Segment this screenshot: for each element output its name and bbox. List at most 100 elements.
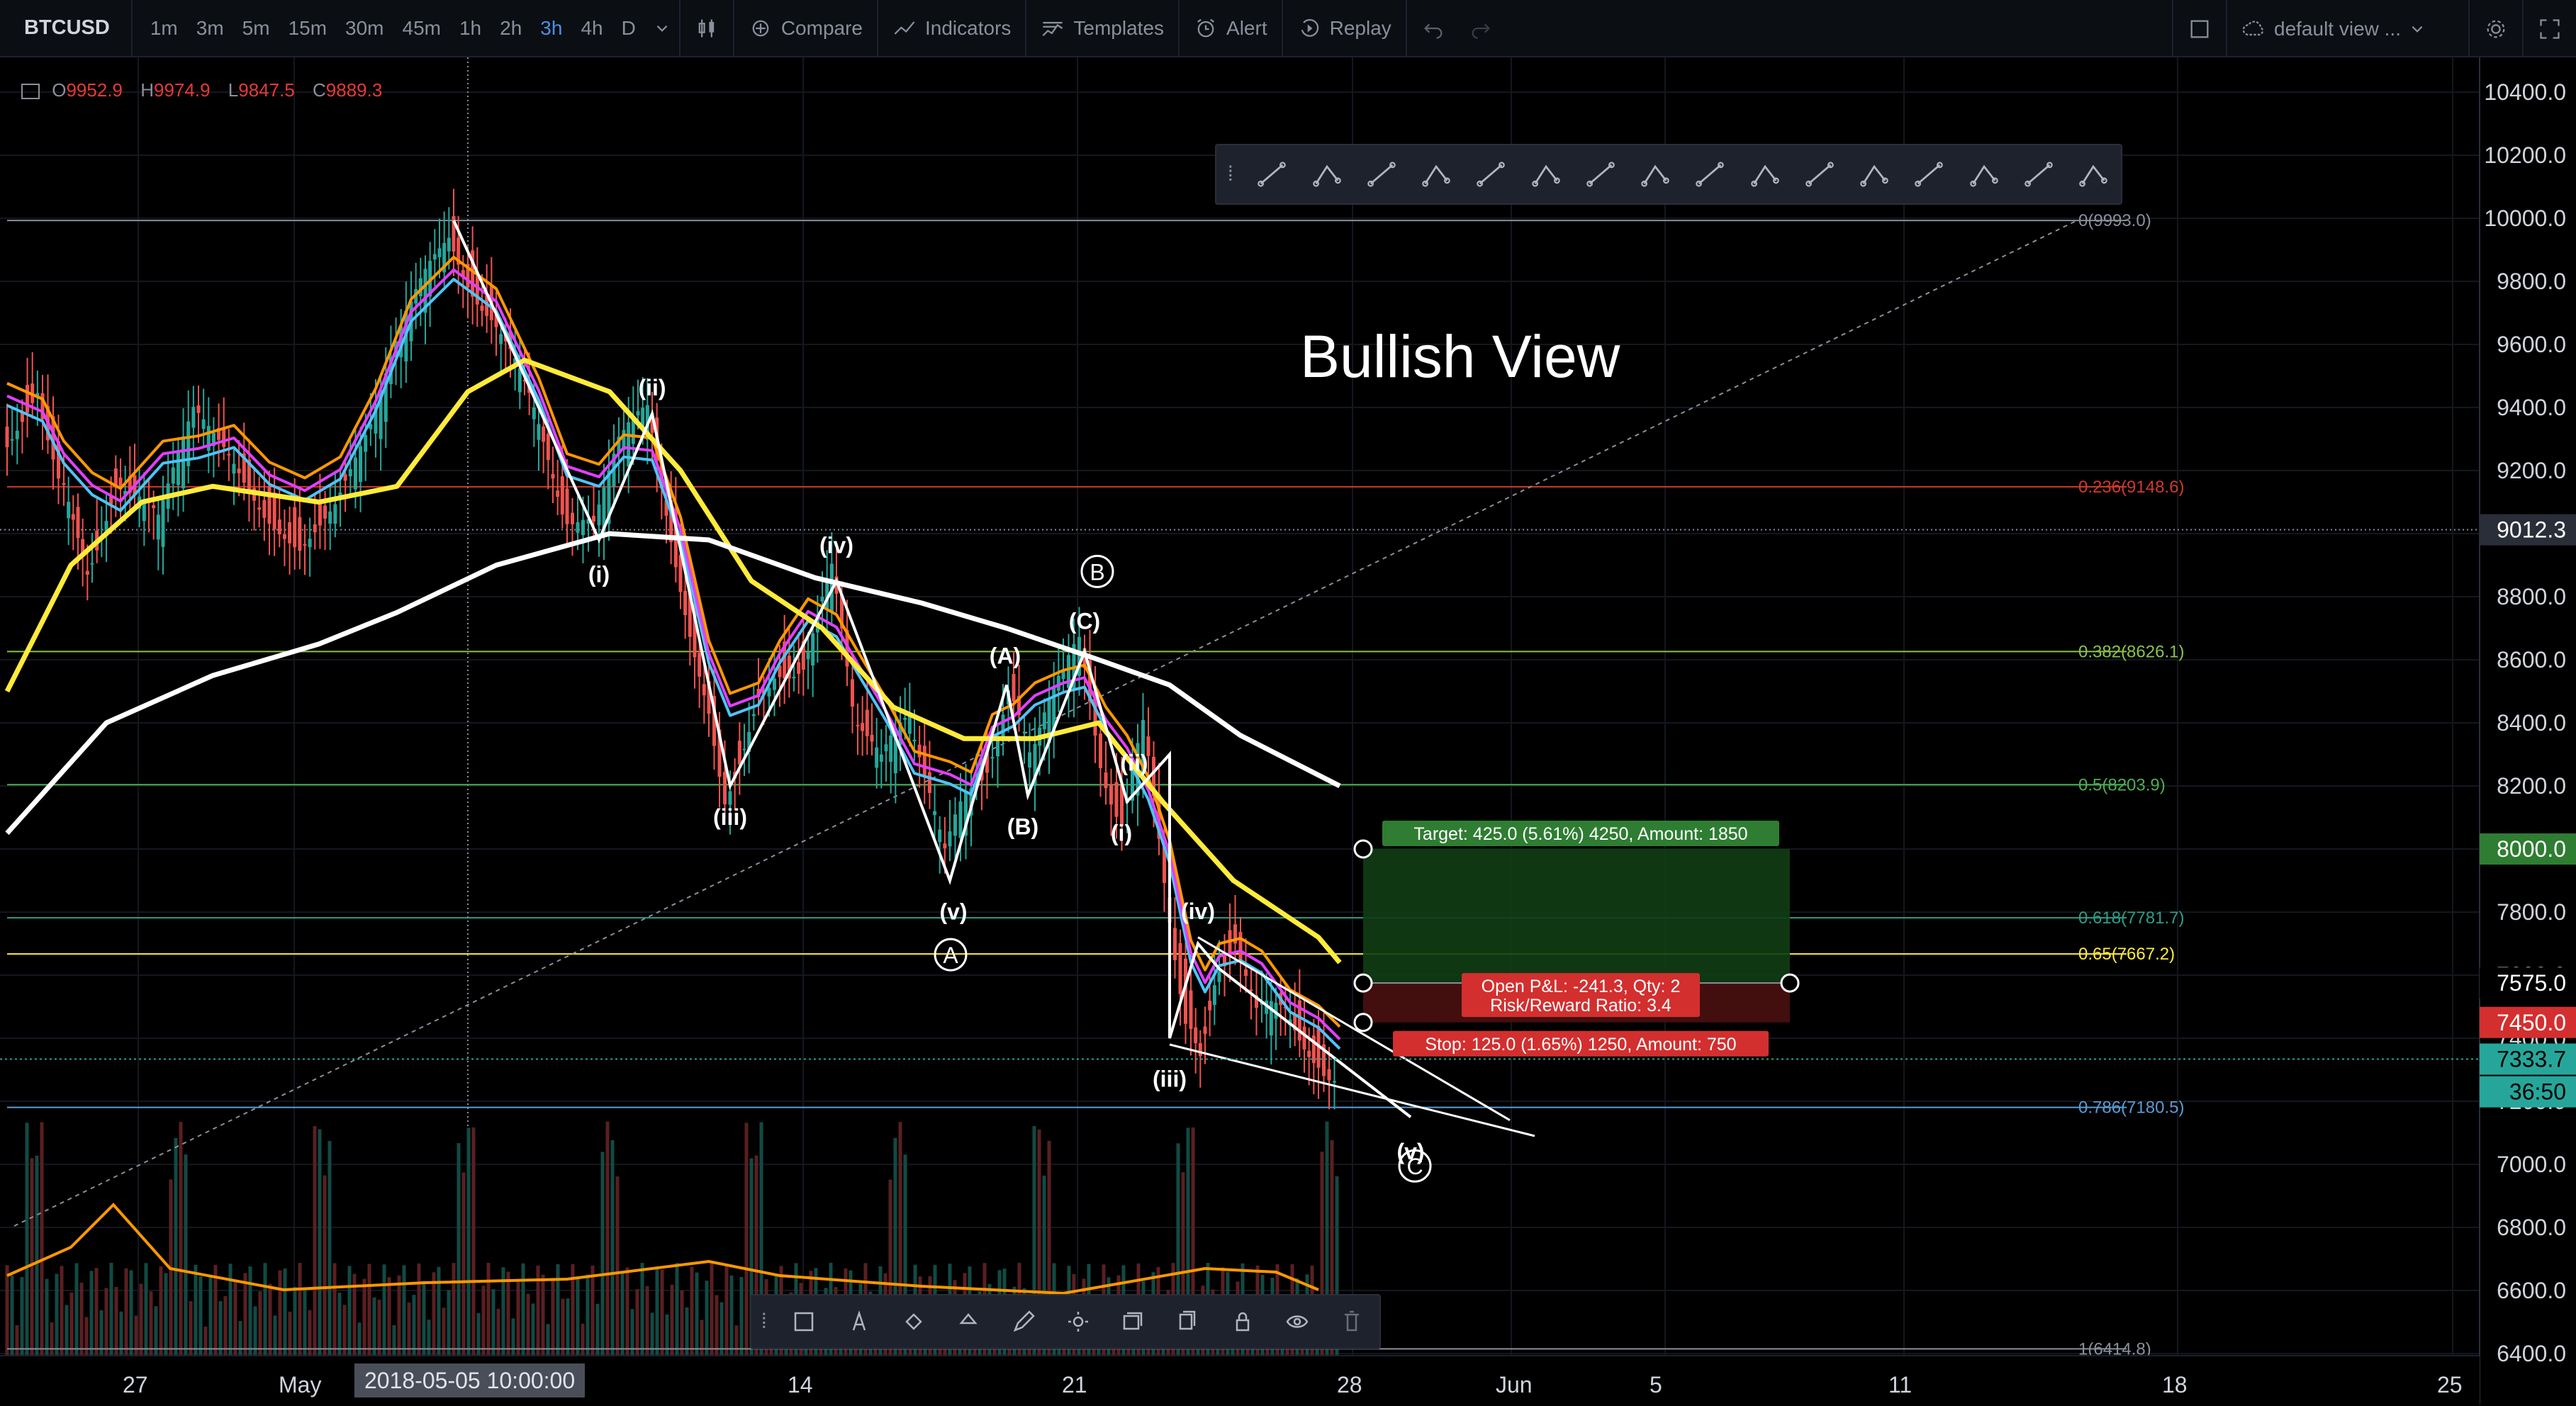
candle-body <box>1178 943 1182 994</box>
text-color-button[interactable] <box>831 1294 886 1349</box>
annotation-text[interactable]: Bullish View <box>1300 322 1620 391</box>
volume-bar <box>546 1324 550 1355</box>
alert-button[interactable]: Alert <box>1178 0 1282 57</box>
candle-body <box>10 439 14 441</box>
date-axis-label: 5 <box>1650 1372 1662 1397</box>
clone-button[interactable] <box>1160 1294 1215 1349</box>
volume-bar <box>203 1326 208 1355</box>
interval-D[interactable]: D <box>612 0 645 57</box>
volume-bar <box>89 1271 94 1355</box>
volume-bar <box>243 1273 247 1355</box>
candle-body <box>1042 712 1046 729</box>
interval-3m[interactable]: 3m <box>187 0 233 57</box>
symbol-search[interactable]: BTCUSD <box>0 0 133 57</box>
volume-bar <box>690 1266 694 1355</box>
border-color-button[interactable] <box>941 1294 996 1349</box>
candle-body <box>364 434 368 452</box>
interval-15m[interactable]: 15m <box>279 0 336 57</box>
replay-button[interactable]: Replay <box>1281 0 1406 57</box>
candle-body <box>820 597 824 602</box>
volume-bar <box>496 1308 500 1355</box>
interval-3h[interactable]: 3h <box>531 0 571 57</box>
alarm-clock-icon <box>1197 18 1215 37</box>
drag-handle[interactable]: ⁞ <box>1216 144 1245 205</box>
horizontal-line-tool[interactable] <box>1464 144 1518 205</box>
candle-body <box>532 407 536 420</box>
rectangle-tool[interactable] <box>1299 144 1354 205</box>
eye-button[interactable] <box>1270 1294 1324 1349</box>
interval-30m[interactable]: 30m <box>336 0 393 57</box>
alert-label: Alert <box>1226 16 1267 39</box>
volume-bar <box>154 1306 158 1355</box>
pitchfork-tool[interactable] <box>2066 144 2121 205</box>
candle-body <box>1307 1050 1311 1057</box>
interval-4h[interactable]: 4h <box>571 0 612 57</box>
compare-button[interactable]: Compare <box>732 0 877 57</box>
price-chart[interactable]: 0(9993.0) 0.236(9148.6) 0.382(8626.1) 0.5(8… <box>0 57 2576 1405</box>
interval-1m[interactable]: 1m <box>141 0 187 57</box>
pencil-button[interactable] <box>996 1294 1051 1349</box>
candle-body <box>1189 990 1193 1030</box>
interval-1h[interactable]: 1h <box>450 0 491 57</box>
interval-dropdown[interactable] <box>645 0 679 57</box>
text-tool[interactable] <box>1409 144 1463 205</box>
templates-button[interactable]: Templates <box>1025 0 1178 57</box>
fib-retracement-tool[interactable] <box>1792 144 1847 205</box>
circled-wave-label: B <box>1090 559 1104 585</box>
ohlc-close: 9889.3 <box>325 79 383 101</box>
wave-abcde-icon <box>1641 164 1669 187</box>
candle-body <box>933 811 937 816</box>
price-axis: 10400.0 10200.0 10000.0 9800.0 9600.0 9400.0 9… <box>0 57 2576 1405</box>
fib-fan-tool[interactable] <box>1956 144 2011 205</box>
volume-bar <box>45 1278 49 1355</box>
volume-bar <box>35 1155 39 1355</box>
square-icon <box>2190 20 2209 38</box>
price-axis-label: 8800.0 <box>2497 584 2566 609</box>
fib-level-label: 0.65(7667.2) <box>2078 945 2175 964</box>
fib-levels-tool[interactable] <box>2011 144 2066 205</box>
candle-body <box>348 468 352 477</box>
gear-button[interactable] <box>1051 1294 1105 1349</box>
volume-bar <box>15 1325 19 1355</box>
wave-12345-tool[interactable] <box>1683 144 1737 205</box>
interval-45m[interactable]: 45m <box>393 0 450 57</box>
fib-retracement-icon <box>1805 162 1834 187</box>
legend-toggle-icon[interactable] <box>21 84 40 100</box>
fill-color-button[interactable] <box>886 1294 941 1349</box>
volume-bar <box>595 1303 600 1355</box>
templates-label: Templates <box>1073 16 1165 39</box>
volume-bar <box>506 1271 510 1355</box>
layout-selector[interactable]: default view ... <box>2226 0 2468 57</box>
indicators-button[interactable]: Indicators <box>877 0 1025 57</box>
chart-type-button[interactable] <box>678 0 733 57</box>
layers-button[interactable] <box>1105 1294 1160 1349</box>
fib-level-label: 0.5(8203.9) <box>2078 775 2166 794</box>
candle-body <box>683 590 688 616</box>
template-button[interactable] <box>777 1294 831 1349</box>
drag-handle[interactable]: ⁞ <box>751 1294 777 1349</box>
fib-extension-tool[interactable] <box>1847 144 1902 205</box>
wave-abcde-tool[interactable] <box>1628 144 1682 205</box>
wave-wxy-tool[interactable] <box>1573 144 1628 205</box>
fib-retracement: 0(9993.0) 0.236(9148.6) 0.382(8626.1) 0.5(8… <box>7 211 2184 1359</box>
trend-line-tool[interactable] <box>1245 144 1299 205</box>
angle-tool[interactable] <box>1518 144 1573 205</box>
interval-2h[interactable]: 2h <box>491 0 531 57</box>
brush-tool[interactable] <box>1354 144 1409 205</box>
wave-abc-tool[interactable] <box>1737 144 1792 205</box>
candle-body <box>556 490 560 497</box>
gann-box-tool[interactable] <box>1902 144 1956 205</box>
undo-button[interactable] <box>1405 0 1460 57</box>
volume-bar <box>724 1265 729 1355</box>
redo-button[interactable] <box>1460 0 1502 57</box>
trash-button[interactable] <box>1325 1294 1379 1349</box>
maximize-button[interactable] <box>2522 0 2576 57</box>
interval-5m[interactable]: 5m <box>233 0 279 57</box>
volume-bar <box>729 1275 734 1355</box>
fullscreen-toggle[interactable] <box>2172 0 2226 57</box>
lock-button[interactable] <box>1215 1294 1270 1349</box>
candle-body <box>990 757 995 759</box>
candle-body <box>537 424 541 440</box>
settings-button[interactable] <box>2468 0 2522 57</box>
wave-label: (iii) <box>713 804 747 830</box>
